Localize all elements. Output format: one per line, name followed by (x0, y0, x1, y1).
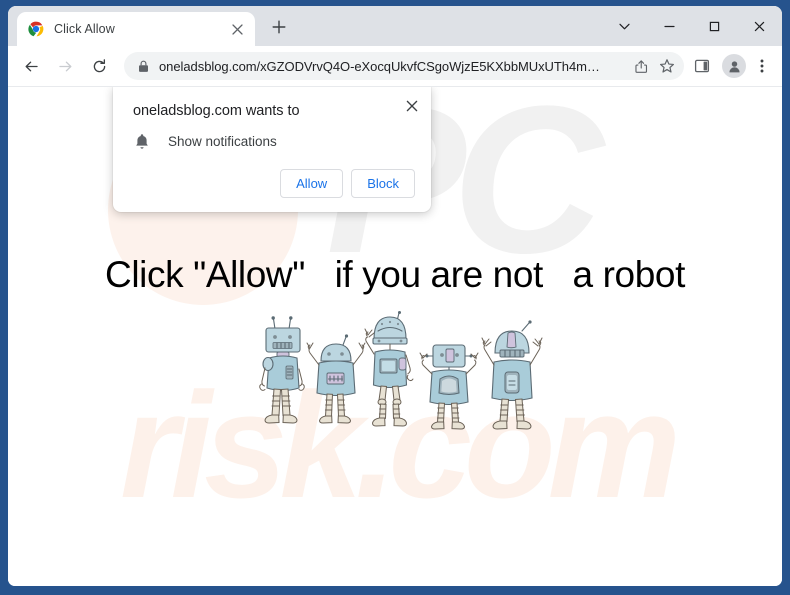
permission-row: Show notifications (113, 132, 431, 150)
permission-label: Show notifications (168, 133, 277, 149)
tab-strip: Click Allow (8, 6, 782, 46)
url-text: oneladsblog.com/xGZODVrvQ4O-eXocqUkvfCSg… (159, 58, 600, 74)
browser-window: Click Allow oneladsblog.com/xGZODVrvQ4O-… (8, 6, 782, 586)
new-tab-button[interactable] (265, 13, 293, 41)
page-title: Click "Allow" if you are not a robot (105, 254, 685, 295)
robot-illustration: .bdy { fill:#bcd6e0; stroke:#5b6b74; str… (255, 311, 555, 436)
tab-title: Click Allow (54, 22, 115, 36)
profile-avatar[interactable] (722, 54, 746, 78)
tab-close-icon[interactable] (227, 19, 247, 39)
notification-permission-dialog: oneladsblog.com wants to Show notificati… (113, 87, 431, 212)
reload-button[interactable] (84, 51, 114, 81)
share-icon[interactable] (628, 53, 654, 79)
browser-toolbar: oneladsblog.com/xGZODVrvQ4O-eXocqUkvfCSg… (8, 46, 782, 86)
window-controls (602, 6, 782, 46)
chrome-favicon-icon (28, 21, 44, 37)
minimize-button[interactable] (647, 6, 692, 46)
browser-window-frame: Click Allow oneladsblog.com/xGZODVrvQ4O-… (0, 0, 790, 595)
page-viewport: PC risk.com Click "Allow" if you are not… (8, 86, 782, 586)
dialog-title: oneladsblog.com wants to (133, 103, 300, 119)
lock-icon (136, 59, 150, 73)
block-button[interactable]: Block (351, 169, 415, 198)
maximize-button[interactable] (692, 6, 737, 46)
dialog-close-icon[interactable] (401, 95, 423, 117)
side-panel-icon[interactable] (688, 52, 716, 80)
address-bar[interactable]: oneladsblog.com/xGZODVrvQ4O-eXocqUkvfCSg… (124, 52, 684, 80)
close-window-button[interactable] (737, 6, 782, 46)
bookmark-star-icon[interactable] (654, 53, 680, 79)
forward-button (50, 51, 80, 81)
tab-search-chevron-icon[interactable] (602, 6, 647, 46)
dialog-actions: Allow Block (113, 169, 431, 198)
allow-button[interactable]: Allow (280, 169, 344, 198)
back-button[interactable] (16, 51, 46, 81)
three-dot-menu-icon[interactable] (748, 52, 776, 80)
browser-tab[interactable]: Click Allow (17, 12, 255, 46)
bell-icon (133, 132, 151, 150)
